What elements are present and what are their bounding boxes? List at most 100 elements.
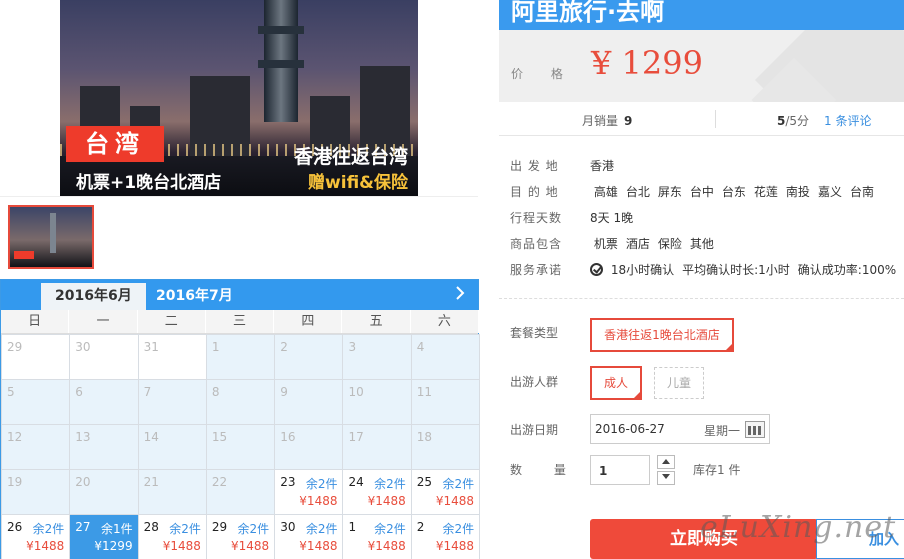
price-label: 价 格 (511, 67, 575, 81)
chevron-right-icon[interactable] (452, 284, 468, 306)
includes-row: 商品包含 机票 酒店 保险 其他 (510, 234, 722, 254)
day-number: 2 (416, 520, 425, 534)
calendar-day: 13 (69, 424, 139, 470)
thumbnail-strip (0, 196, 478, 278)
thumbnail-1[interactable] (8, 205, 94, 269)
remaining-count: 余2件 (237, 522, 270, 536)
check-circle-icon (590, 263, 603, 276)
day-price: ¥1488 (26, 539, 65, 553)
package-label: 套餐类型 (510, 326, 559, 340)
increment-icon[interactable] (657, 455, 675, 469)
adult-option[interactable]: 成人 ✓ (590, 366, 642, 400)
calendar-day: 19 (0, 469, 71, 515)
destination-item: 南投 (785, 185, 810, 199)
child-option[interactable]: 儿童 (654, 367, 704, 399)
price-value: ¥ 1299 (591, 44, 703, 82)
day-number: 29 (7, 340, 23, 354)
day-number: 10 (348, 385, 364, 399)
day-number: 12 (7, 430, 23, 444)
destination-item: 台东 (721, 185, 746, 199)
hero-tag: 台湾 (66, 126, 164, 162)
calendar-day[interactable]: 28 余2件 ¥1488 (137, 514, 207, 559)
remaining-count: 余2件 (32, 522, 65, 536)
day-number: 16 (280, 430, 296, 444)
day-number: 22 (211, 475, 228, 489)
monthly-sales: 月销量 9 (582, 114, 633, 128)
promise-item: 确认成功率:100% (797, 263, 897, 277)
day-price: ¥1488 (367, 494, 406, 508)
calendar-day: 29 (0, 334, 71, 380)
quantity-label: 数 量 (510, 463, 580, 477)
day-number: 27 (75, 520, 91, 534)
day-number: 14 (143, 430, 159, 444)
calendar-day[interactable]: 24 余2件 ¥1488 (342, 469, 412, 515)
calendar-day: 5 (0, 379, 71, 425)
price-calendar: 2016年6月 2016年7月 日一二三四五六 29 30 31 1 2 3 4 5 6 7 8 9 1… (0, 279, 481, 559)
destination-item: 台北 (625, 185, 650, 199)
day-number: 4 (416, 340, 425, 354)
remaining-count: 余1件 (100, 522, 133, 536)
calendar-day[interactable]: 2 余2件 ¥1488 (410, 514, 481, 559)
promise-row: 服务承诺 18小时确认 平均确认时长:1小时 确认成功率:100% (510, 260, 904, 280)
taipei-101-icon (258, 0, 304, 122)
calendar-day[interactable]: 30 余2件 ¥1488 (274, 514, 344, 559)
calendar-grid: 29 30 31 1 2 3 4 5 6 7 8 9 10 11 12 13 14 15 16 17 18 19 20 21 2… (0, 334, 481, 559)
calendar-day: 12 (0, 424, 71, 470)
destination-item: 嘉义 (817, 185, 842, 199)
promise-item: 18小时确认 (610, 263, 675, 277)
calendar-icon[interactable] (745, 421, 765, 438)
calendar-day: 4 (410, 334, 481, 380)
brand-title: 阿里旅行·去啊 (499, 0, 904, 30)
include-item: 酒店 (625, 237, 650, 251)
calendar-day: 16 (274, 424, 344, 470)
reviews-link[interactable]: 1 条评论 (824, 112, 871, 129)
days-row: 行程天数 8天 1晚 (510, 211, 634, 225)
calendar-header: 2016年6月 2016年7月 (1, 280, 478, 310)
calendar-day: 21 (137, 469, 207, 515)
calendar-day: 14 (137, 424, 207, 470)
calendar-day: 22 (205, 469, 276, 515)
calendar-day: 11 (410, 379, 481, 425)
calendar-day: 20 (69, 469, 139, 515)
date-picker[interactable]: 2016-06-27 星期一 (590, 414, 770, 444)
calendar-day[interactable]: 29 余2件 ¥1488 (205, 514, 276, 559)
tab-july[interactable]: 2016年7月 (142, 283, 247, 310)
package-option[interactable]: 香港往返1晚台北酒店 ✓ (590, 318, 734, 352)
calendar-day: 18 (410, 424, 481, 470)
calendar-day: 7 (137, 379, 207, 425)
promise-item: 平均确认时长:1小时 (682, 263, 790, 277)
calendar-day[interactable]: 1 余2件 ¥1488 (342, 514, 412, 559)
weekday-header: 日一二三四五六 (1, 310, 480, 334)
product-hero-image: 台湾 机票+1晚台北酒店 香港往返台湾 赠wifi&保险 (60, 0, 418, 196)
day-price: ¥1488 (435, 539, 475, 553)
remaining-count: 余2件 (374, 522, 406, 536)
day-number: 30 (75, 340, 91, 354)
day-number: 30 (280, 520, 296, 534)
day-number: 3 (348, 340, 357, 354)
day-number: 1 (348, 520, 357, 534)
decrement-icon[interactable] (657, 471, 675, 485)
day-price: ¥1488 (299, 539, 338, 553)
watermark: eLuXing.net (700, 510, 897, 545)
calendar-day[interactable]: 23 余2件 ¥1488 (274, 469, 344, 515)
day-number: 8 (211, 385, 220, 399)
day-price: ¥1299 (94, 539, 133, 553)
day-number: 5 (7, 385, 15, 399)
calendar-day[interactable]: 25 余2件 ¥1488 (410, 469, 481, 515)
day-number: 31 (143, 340, 159, 354)
calendar-day: 17 (342, 424, 412, 470)
quantity-input[interactable]: 1 (590, 455, 650, 485)
hero-caption-right: 香港往返台湾 (293, 146, 408, 168)
day-number: 9 (280, 385, 288, 399)
destination-item: 高雄 (593, 185, 618, 199)
calendar-day: 31 (137, 334, 207, 380)
tab-june[interactable]: 2016年6月 (41, 283, 146, 310)
day-number: 6 (75, 385, 83, 399)
calendar-day: 15 (205, 424, 276, 470)
destination-item: 台中 (689, 185, 714, 199)
calendar-day[interactable]: 27 余1件 ¥1299 (69, 514, 139, 559)
day-number: 29 (211, 520, 228, 534)
day-number: 26 (7, 520, 23, 534)
calendar-day[interactable]: 26 余2件 ¥1488 (0, 514, 71, 559)
weekday-5: 五 (342, 310, 411, 333)
